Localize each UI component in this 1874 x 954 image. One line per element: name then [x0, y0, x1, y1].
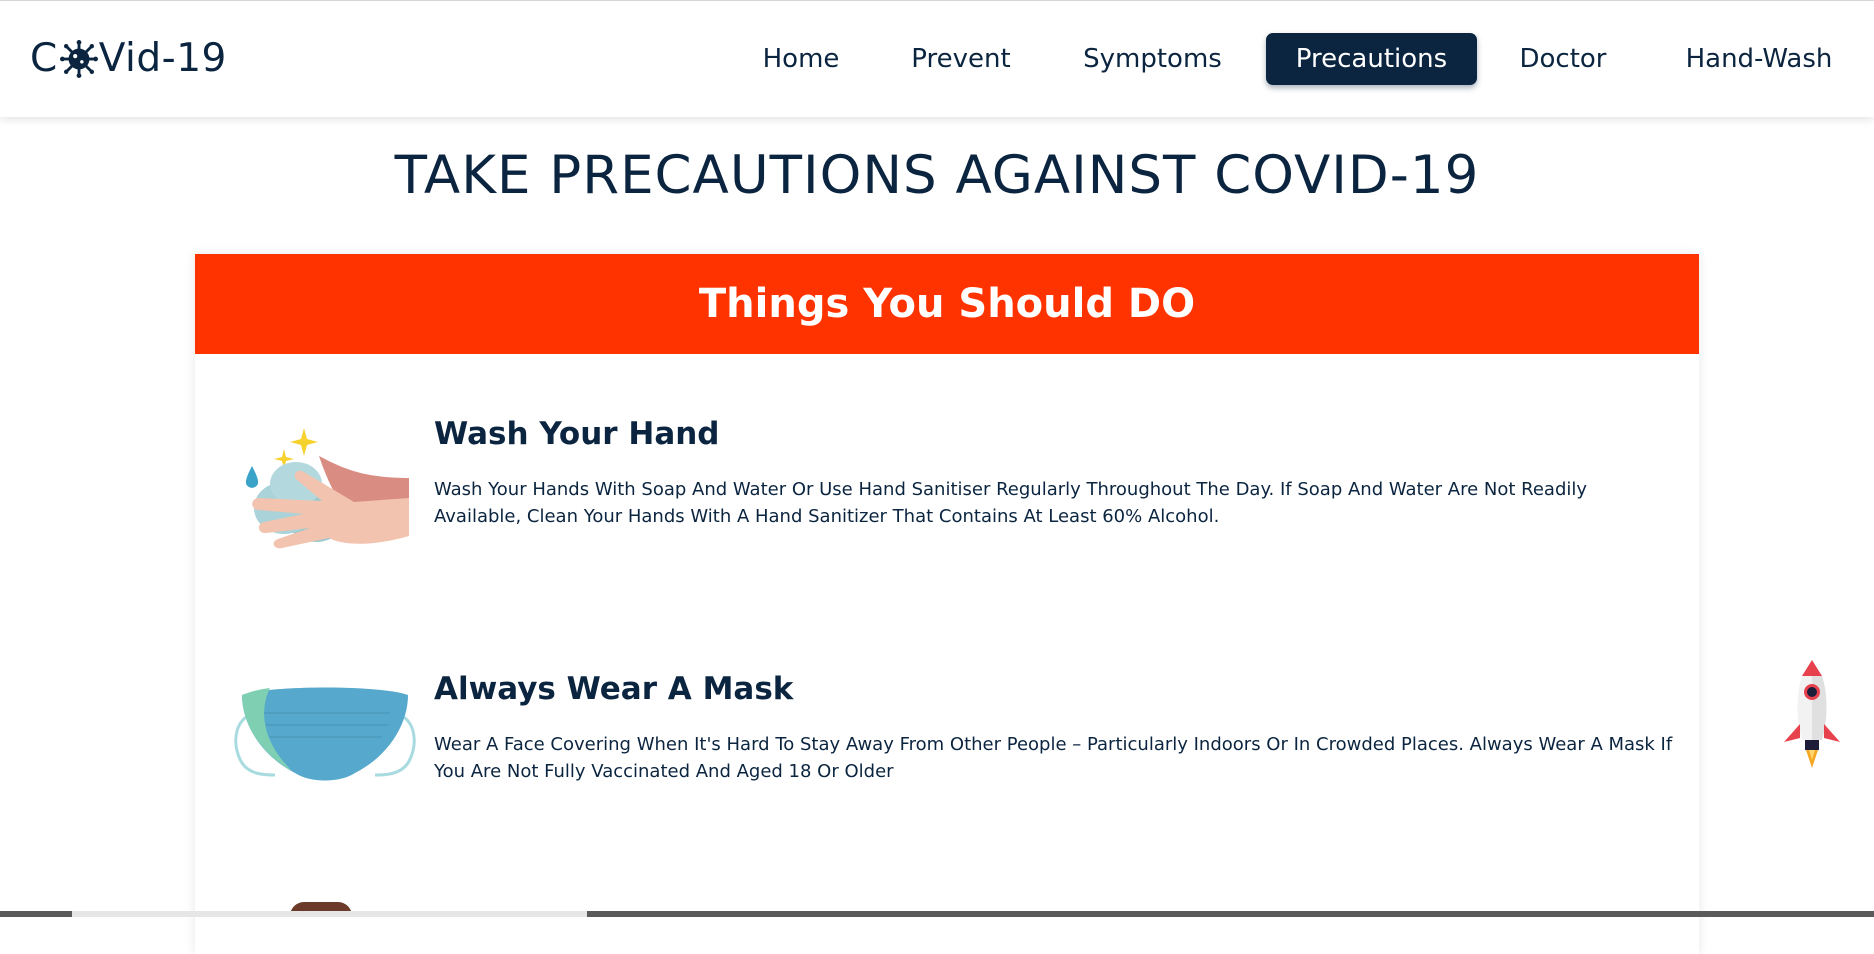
precautions-card: Things You Should DO Wash Your Hand Wash… — [195, 254, 1699, 954]
item-title: Always Wear A Mask — [434, 671, 794, 707]
nav-hand-wash[interactable]: Hand-Wash — [1669, 33, 1849, 85]
item-description: Wear A Face Covering When It's Hard To S… — [434, 734, 1673, 782]
nav-doctor[interactable]: Doctor — [1511, 33, 1615, 85]
virus-icon — [59, 40, 98, 78]
nav-symptoms[interactable]: Symptoms — [1075, 33, 1230, 85]
page-title: TAKE PRECAUTIONS AGAINST COVID-19 — [394, 145, 1480, 206]
logo-prefix: C — [30, 36, 58, 81]
nav-home[interactable]: Home — [748, 33, 854, 85]
item-description: Wash Your Hands With Soap And Water Or U… — [434, 479, 1588, 527]
nav-precautions[interactable]: Precautions — [1266, 33, 1477, 85]
face-mask-icon — [234, 687, 416, 781]
nav-prevent[interactable]: Prevent — [900, 33, 1022, 85]
item-title: Wash Your Hand — [434, 416, 720, 452]
rocket-icon[interactable] — [1782, 660, 1842, 772]
hand-wash-icon — [245, 428, 409, 549]
card-header: Things You Should DO — [195, 254, 1699, 354]
site-logo[interactable]: C Vid-19 — [30, 33, 227, 85]
bottom-strip — [0, 911, 1874, 917]
site-header: C Vid-19 Home Prevent Symptoms Precautio… — [0, 1, 1874, 117]
logo-suffix: Vid-19 — [98, 36, 227, 81]
